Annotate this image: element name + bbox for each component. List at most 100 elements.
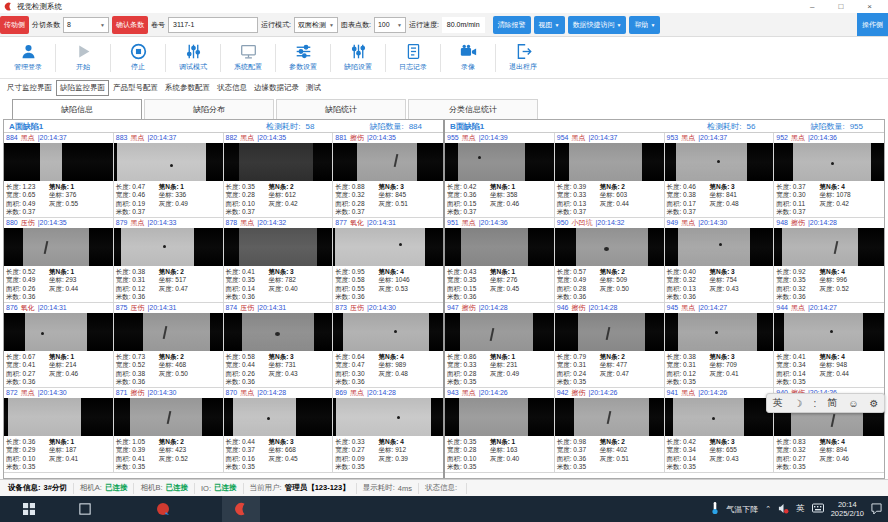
action-defectset[interactable]: 缺陷设置 xyxy=(332,43,384,72)
close-button[interactable]: × xyxy=(867,2,872,11)
hidden-icons-chevron[interactable]: ⌃ xyxy=(765,505,771,513)
defect-cell[interactable]: 876氧化|20:14:31长度: 0.67宽度: 0.41面积: 0.27米数… xyxy=(4,303,114,388)
defect-cell[interactable]: 944黑点|20:14:27长度: 0.41宽度: 0.34面积: 0.14米数… xyxy=(774,303,884,388)
drive-side-button[interactable]: 传动侧 xyxy=(0,16,29,34)
lang-english-button[interactable]: 英 xyxy=(773,396,783,410)
weather-text[interactable]: 气温下降 xyxy=(726,504,758,515)
sub-tab-1[interactable]: 缺陷分布 xyxy=(144,99,274,119)
defect-image[interactable] xyxy=(555,143,664,181)
defect-cell[interactable]: 869黑点|20:14:28长度: 0.33宽度: 0.27面积: 0.09米数… xyxy=(333,388,443,473)
split-count-select[interactable]: 8▼ xyxy=(63,17,109,33)
chart-points-select[interactable]: 100▼ xyxy=(374,17,406,33)
operate-side-button[interactable]: 操作侧 xyxy=(857,13,888,36)
defect-cell[interactable]: 949黑点|20:14:30长度: 0.40宽度: 0.32面积: 0.13米数… xyxy=(665,218,775,303)
defect-cell[interactable]: 946擦伤|20:14:28长度: 0.79宽度: 0.31面积: 0.24米数… xyxy=(555,303,665,388)
defect-cell[interactable]: 948擦伤|20:14:28长度: 0.92宽度: 0.35面积: 0.32米数… xyxy=(774,218,884,303)
action-login[interactable]: 管理登录 xyxy=(2,43,54,72)
defect-cell[interactable]: 881擦伤|20:14:35长度: 0.88宽度: 0.32面积: 0.28米数… xyxy=(333,133,443,218)
defect-image[interactable] xyxy=(555,398,664,436)
main-tab-4[interactable]: 状态信息 xyxy=(214,81,250,95)
defect-cell[interactable]: 870黑点|20:14:28长度: 0.44宽度: 0.37面积: 0.16米数… xyxy=(224,388,334,473)
defect-image[interactable] xyxy=(333,398,443,436)
defect-cell[interactable]: 871擦伤|20:14:30长度: 1.05宽度: 0.39面积: 0.41米数… xyxy=(114,388,224,473)
defect-cell[interactable]: 943黑点|20:14:26长度: 0.35宽度: 0.28面积: 0.10米数… xyxy=(445,388,555,473)
defect-cell[interactable]: 952黑点|20:14:36长度: 0.37宽度: 0.30面积: 0.11米数… xyxy=(774,133,884,218)
defect-cell[interactable]: 874压伤|20:14:31长度: 0.58宽度: 0.44面积: 0.26米数… xyxy=(224,303,334,388)
input-language-indicator[interactable]: 英 xyxy=(796,503,805,515)
defect-image[interactable] xyxy=(333,228,443,266)
defect-image[interactable] xyxy=(114,313,223,351)
defect-cell[interactable]: 953黑点|20:14:37长度: 0.46宽度: 0.38面积: 0.17米数… xyxy=(665,133,775,218)
defect-image[interactable] xyxy=(224,143,333,181)
task-view-button[interactable] xyxy=(66,496,104,522)
lang-simplified-button[interactable]: 简 xyxy=(827,396,837,410)
settings-gear-icon[interactable]: ⚙ xyxy=(869,398,878,409)
defect-image[interactable] xyxy=(555,313,664,351)
defect-image[interactable] xyxy=(774,228,884,266)
defect-cell[interactable]: 878黑点|20:14:32长度: 0.41宽度: 0.35面积: 0.14米数… xyxy=(224,218,334,303)
defect-image[interactable] xyxy=(224,398,333,436)
defect-cell[interactable]: 882黑点|20:14:35长度: 0.35宽度: 0.28面积: 0.10米数… xyxy=(224,133,334,218)
defect-image[interactable] xyxy=(445,228,554,266)
sub-tab-3[interactable]: 分类信息统计 xyxy=(408,99,538,119)
defect-cell[interactable]: 875压伤|20:14:31长度: 0.73宽度: 0.52面积: 0.38米数… xyxy=(114,303,224,388)
main-tab-1[interactable]: 缺陷监控界面 xyxy=(56,80,109,96)
action-stop[interactable]: 停止 xyxy=(112,43,164,72)
defect-cell[interactable]: 873压伤|20:14:30长度: 0.64宽度: 0.47面积: 0.30米数… xyxy=(333,303,443,388)
defect-image[interactable] xyxy=(114,398,223,436)
defect-image[interactable] xyxy=(4,143,113,181)
help-menu-button[interactable]: 帮助▼ xyxy=(629,16,660,34)
action-record[interactable]: 录像 xyxy=(442,43,494,72)
keyboard-icon[interactable] xyxy=(812,503,824,515)
defect-image[interactable] xyxy=(333,143,443,181)
defect-cell[interactable]: 955黑点|20:14:39长度: 0.42宽度: 0.36面积: 0.15米数… xyxy=(445,133,555,218)
defect-cell[interactable]: 879黑点|20:14:33长度: 0.38宽度: 0.31面积: 0.12米数… xyxy=(114,218,224,303)
data-access-menu-button[interactable]: 数据快捷访问▼ xyxy=(568,16,627,34)
defect-image[interactable] xyxy=(445,143,554,181)
defect-image[interactable] xyxy=(4,398,113,436)
input-method-bar[interactable]: 英☽:简☺⚙ xyxy=(766,393,885,413)
defect-image[interactable] xyxy=(665,143,774,181)
defect-cell[interactable]: 877氧化|20:14:31长度: 0.95宽度: 0.58面积: 0.55米数… xyxy=(333,218,443,303)
defect-cell[interactable]: 872黑点|20:14:30长度: 0.36宽度: 0.29面积: 0.10米数… xyxy=(4,388,114,473)
taskbar-app-icon[interactable] xyxy=(144,496,182,522)
defect-cell[interactable]: 880压伤|20:14:35长度: 0.52宽度: 0.49面积: 0.26米数… xyxy=(4,218,114,303)
action-exit[interactable]: 退出程序 xyxy=(497,43,549,72)
defect-cell[interactable]: 950小凹坑|20:14:32长度: 0.57宽度: 0.49面积: 0.28米… xyxy=(555,218,665,303)
defect-image[interactable] xyxy=(333,313,443,351)
action-sysconf[interactable]: 系统配置 xyxy=(222,43,274,72)
defect-image[interactable] xyxy=(445,398,554,436)
minimize-button[interactable]: – xyxy=(810,2,814,11)
main-tab-6[interactable]: 测试 xyxy=(303,81,324,95)
defect-cell[interactable]: 941黑点|20:14:26长度: 0.42宽度: 0.34面积: 0.14米数… xyxy=(665,388,775,473)
clear-alarm-button[interactable]: 清除报警 xyxy=(493,16,531,34)
sub-tab-0[interactable]: 缺陷信息 xyxy=(12,99,142,119)
main-tab-0[interactable]: 尺寸监控界面 xyxy=(4,81,55,95)
main-tab-5[interactable]: 边缘数据记录 xyxy=(251,81,302,95)
defect-image[interactable] xyxy=(665,228,774,266)
defect-cell[interactable]: 947擦伤|20:14:28长度: 0.86宽度: 0.33面积: 0.28米数… xyxy=(445,303,555,388)
maximize-button[interactable]: □ xyxy=(838,2,843,11)
taskbar-clock[interactable]: 20:14 2025/2/10 xyxy=(831,500,864,518)
defect-cell[interactable]: 884黑点|20:14:37长度: 1.23宽度: 0.65面积: 0.49米数… xyxy=(4,133,114,218)
defect-image[interactable] xyxy=(445,313,554,351)
defect-cell[interactable]: 954黑点|20:14:37长度: 0.39宽度: 0.33面积: 0.13米数… xyxy=(555,133,665,218)
defect-image[interactable] xyxy=(224,228,333,266)
defect-cell[interactable]: 945黑点|20:14:27长度: 0.38宽度: 0.31面积: 0.12米数… xyxy=(665,303,775,388)
notification-icon[interactable] xyxy=(871,503,882,516)
defect-image[interactable] xyxy=(224,313,333,351)
defect-image[interactable] xyxy=(4,228,113,266)
defect-image[interactable] xyxy=(114,143,223,181)
action-start[interactable]: 开始 xyxy=(57,43,109,72)
defect-image[interactable] xyxy=(555,228,664,266)
defect-image[interactable] xyxy=(774,143,884,181)
defect-cell[interactable]: 951黑点|20:14:36长度: 0.43宽度: 0.35面积: 0.15米数… xyxy=(445,218,555,303)
run-mode-select[interactable]: 双面检测▼ xyxy=(294,17,338,33)
defect-image[interactable] xyxy=(114,228,223,266)
defect-image[interactable] xyxy=(665,398,774,436)
defect-cell[interactable]: 942擦伤|20:14:26长度: 0.98宽度: 0.37面积: 0.36米数… xyxy=(555,388,665,473)
sub-tab-2[interactable]: 缺陷统计 xyxy=(276,99,406,119)
action-log[interactable]: 日志记录 xyxy=(387,43,439,72)
defect-image[interactable] xyxy=(774,313,884,351)
action-params[interactable]: 参数设置 xyxy=(277,43,329,72)
